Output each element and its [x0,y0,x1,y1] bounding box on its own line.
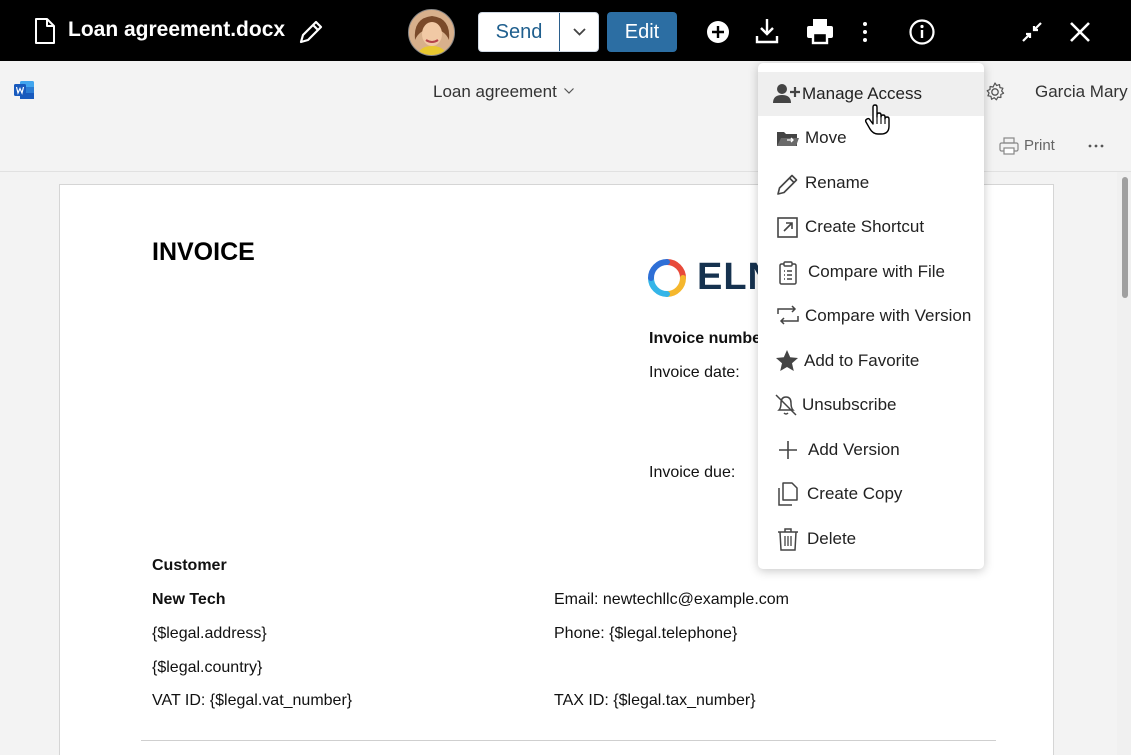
vat-id-line: VAT ID: {$legal.vat_number} [152,691,352,711]
invoice-due-label: Invoice due: [649,464,736,481]
trash-icon [778,528,798,551]
send-button[interactable]: Send [479,13,560,51]
company-logo-icon [648,259,686,297]
phone-line: Phone: {$legal.telephone} [554,624,737,644]
swap-arrows-icon [777,305,799,325]
tax-id-line: TAX ID: {$legal.tax_number} [554,691,756,711]
email-label: Email: [554,591,603,608]
phone-value: {$legal.telephone} [609,625,738,642]
print-icon[interactable] [805,16,835,46]
more-horizontal-icon[interactable] [1086,136,1106,156]
menu-label-unsubscribe: Unsubscribe [802,395,897,414]
download-icon[interactable] [753,16,781,46]
rename-pencil-icon[interactable] [296,17,326,47]
edit-button[interactable]: Edit [607,12,677,52]
menu-label-delete: Delete [807,529,857,548]
file-name: Loan agreement.docx [68,18,286,41]
word-doc-name[interactable]: Loan agreement [433,81,557,103]
vat-id-label: VAT ID: [152,692,210,709]
invoice-number-label: Invoice numbe [649,330,762,347]
shortcut-arrow-icon [777,217,798,238]
menu-label-compare-with-file: Compare with File [808,262,945,281]
customer-heading: Customer [152,557,227,574]
print-label[interactable]: Print [1024,137,1055,155]
customer-name: New Tech [152,591,226,608]
email-line: Email: newtechllc@example.com [554,590,789,610]
avatar-photo-icon [409,10,454,55]
word-logo-icon [14,81,34,99]
menu-label-add-to-favorite: Add to Favorite [804,351,920,370]
phone-label: Phone: [554,625,610,642]
menu-label-compare-with-version: Compare with Version [805,306,972,325]
menu-label-add-version: Add Version [808,440,900,459]
send-button-group: Send [478,12,599,52]
more-vertical-icon[interactable] [851,16,879,46]
folder-move-icon [777,132,799,146]
gear-icon[interactable] [984,81,1006,103]
tax-id-label: TAX ID: [554,692,614,709]
avatar[interactable] [408,9,455,56]
info-icon[interactable] [907,16,937,46]
invoice-date-label: Invoice date: [649,364,740,381]
menu-label-create-copy: Create Copy [807,484,903,503]
invoice-title: INVOICE [152,238,255,266]
scrollbar-thumb[interactable] [1122,177,1128,298]
collapse-icon[interactable] [1018,16,1046,46]
copy-icon [778,482,798,506]
hand-cursor-icon [864,104,890,135]
user-name[interactable]: Garcia Mary [1035,81,1128,103]
clipboard-icon [779,261,797,285]
star-icon [776,350,798,371]
pencil-icon [777,174,798,195]
user-plus-icon [773,84,800,103]
print-icon[interactable] [999,137,1019,155]
page-divider [141,740,996,741]
chevron-down-icon [573,28,586,36]
close-icon[interactable] [1066,16,1094,46]
vat-id-value: {$legal.vat_number} [209,692,353,709]
menu-label-create-shortcut: Create Shortcut [805,217,925,236]
send-dropdown-button[interactable] [560,13,599,51]
chevron-down-icon[interactable] [563,87,575,95]
menu-label-manage-access: Manage Access [802,84,923,103]
add-circle-icon[interactable] [704,16,732,46]
email-value: newtechllc@example.com [602,591,789,608]
customer-country: {$legal.country} [152,659,263,676]
file-icon [35,18,55,44]
tax-id-value: {$legal.tax_number} [613,692,756,709]
menu-label-move: Move [805,128,847,147]
customer-address: {$legal.address} [152,625,267,642]
menu-label-rename: Rename [805,173,870,192]
bell-off-icon [775,394,797,416]
plus-icon [779,441,797,459]
